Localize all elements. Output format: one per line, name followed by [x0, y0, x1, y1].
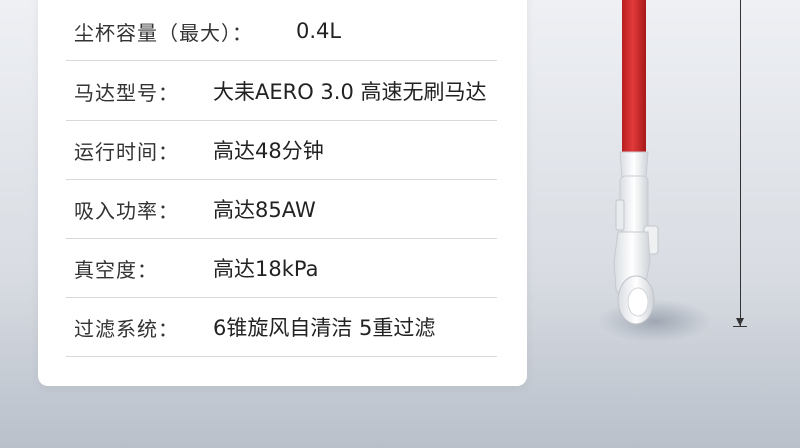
- vacuum-product-image: [560, 0, 800, 448]
- spec-value: 0.4L: [296, 19, 342, 43]
- height-dimension-line: [740, 0, 741, 326]
- spec-value: 高达85AW: [213, 198, 316, 222]
- spec-label: 过滤系统：: [74, 316, 179, 341]
- spec-row-suction-power: 吸入功率： 高达85AW: [66, 180, 497, 239]
- spec-label: 运行时间：: [74, 139, 179, 164]
- product-spec-page: 尘杯容量（最大）： 0.4L 马达型号： 大耒AERO 3.0 高速无刷马达 运…: [0, 0, 800, 448]
- dimension-tick: [733, 326, 747, 327]
- vacuum-illustration: [613, 0, 659, 325]
- spec-value: 高达18kPa: [213, 257, 319, 281]
- spec-label: 真空度：: [74, 257, 158, 282]
- spec-value: 高达48分钟: [213, 139, 324, 163]
- spec-row-run-time: 运行时间： 高达48分钟: [66, 121, 497, 180]
- spec-label: 马达型号：: [74, 80, 179, 105]
- spec-value: 大耒AERO 3.0 高速无刷马达: [213, 80, 487, 104]
- spec-label: 吸入功率：: [74, 198, 179, 223]
- spec-value: 6锥旋风自清洁 5重过滤: [213, 316, 436, 340]
- red-tube: [622, 0, 646, 158]
- spec-row-dust-cup-capacity: 尘杯容量（最大）： 0.4L: [66, 2, 497, 61]
- spec-row-vacuum: 真空度： 高达18kPa: [66, 239, 497, 298]
- spec-label: 尘杯容量（最大）：: [74, 20, 253, 45]
- arrow-down-icon: [736, 318, 744, 326]
- spec-card: 尘杯容量（最大）： 0.4L 马达型号： 大耒AERO 3.0 高速无刷马达 运…: [38, 0, 527, 386]
- spec-row-filtration: 过滤系统： 6锥旋风自清洁 5重过滤: [66, 298, 497, 357]
- spec-row-motor-model: 马达型号： 大耒AERO 3.0 高速无刷马达: [66, 62, 497, 121]
